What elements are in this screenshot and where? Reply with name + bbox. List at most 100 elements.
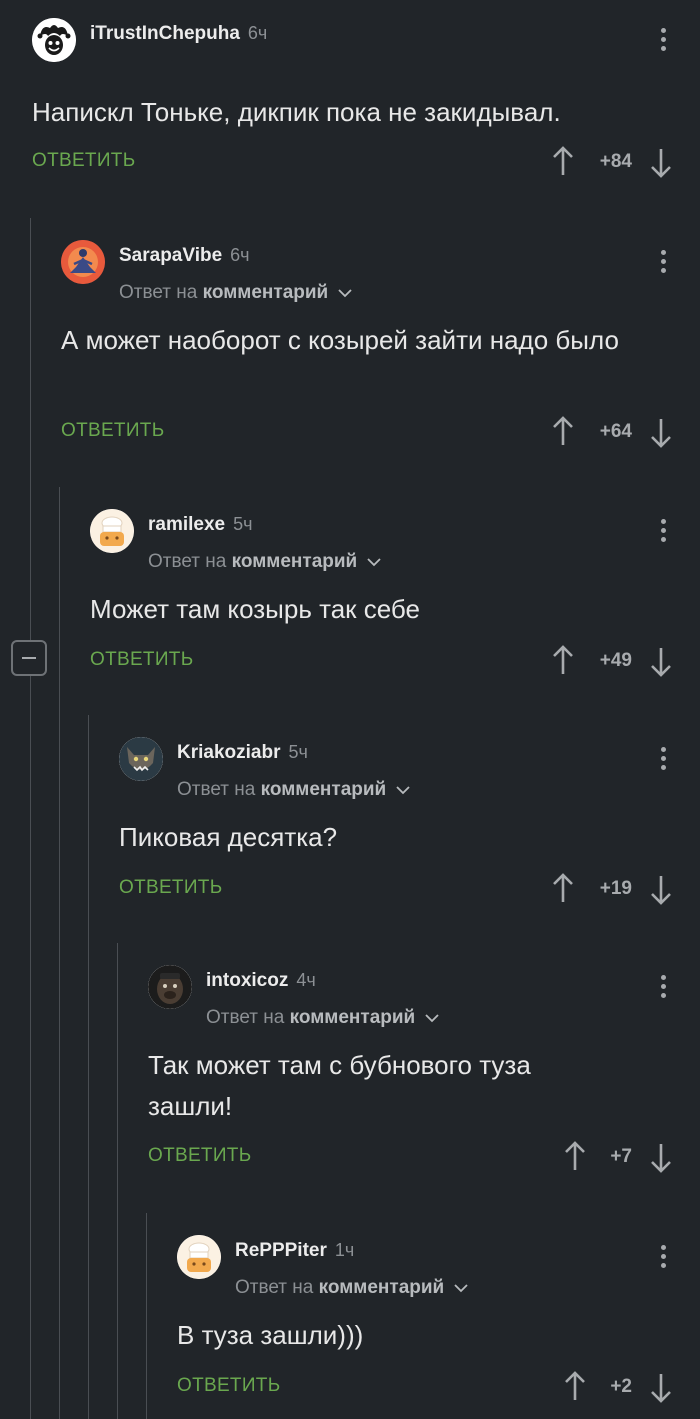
- reply-to-target[interactable]: комментарий: [290, 1007, 416, 1028]
- rating-count: +2: [610, 1376, 632, 1397]
- comment-actions: ОТВЕТИТЬ +2: [177, 1371, 700, 1405]
- avatar[interactable]: [32, 18, 76, 62]
- comment-time: 4ч: [296, 970, 316, 990]
- reply-to-link[interactable]: Ответ на комментарий: [119, 282, 352, 304]
- comment-text: А может наоборот с козырей зайти надо бы…: [61, 325, 619, 355]
- comment-actions: ОТВЕТИТЬ +7: [148, 1141, 700, 1175]
- reply-button[interactable]: ОТВЕТИТЬ: [148, 1145, 251, 1167]
- thread-line-level-2: [59, 487, 60, 1419]
- downvote-arrow-icon[interactable]: [650, 148, 672, 178]
- more-menu-icon[interactable]: [658, 975, 668, 1003]
- upvote-arrow-icon[interactable]: [552, 416, 574, 446]
- reply-to-target[interactable]: комментарий: [261, 779, 387, 800]
- username-text[interactable]: Kriakoziabr: [177, 742, 280, 763]
- reply-button[interactable]: ОТВЕТИТЬ: [90, 649, 193, 671]
- more-menu-icon[interactable]: [658, 747, 668, 775]
- reply-to-link[interactable]: Ответ на комментарий: [235, 1277, 468, 1299]
- chevron-down-icon[interactable]: [366, 557, 381, 567]
- comment-actions: ОТВЕТИТЬ +84: [32, 146, 700, 180]
- avatar[interactable]: [148, 965, 192, 1009]
- avatar[interactable]: [61, 240, 105, 284]
- jester-avatar-icon: [32, 18, 76, 62]
- reply-to-link[interactable]: Ответ на комментарий: [177, 779, 410, 801]
- username-text[interactable]: ramilexe: [148, 514, 225, 535]
- more-menu-icon[interactable]: [658, 1245, 668, 1273]
- avatar[interactable]: [177, 1235, 221, 1279]
- comment-actions: ОТВЕТИТЬ +49: [90, 645, 700, 679]
- more-menu-icon[interactable]: [658, 519, 668, 547]
- username-text[interactable]: SarapaVibe: [119, 245, 222, 266]
- username-text[interactable]: iTrustInChepuha: [90, 23, 240, 44]
- reply-to-prefix: Ответ на: [119, 282, 198, 303]
- chevron-down-icon[interactable]: [395, 785, 410, 795]
- chef-avatar-icon: [90, 509, 134, 553]
- username-text[interactable]: intoxicoz: [206, 970, 288, 991]
- thread-line-level-4: [117, 943, 118, 1419]
- comment: iTrustInChepuha 6ч Напискл Тоньке, дикпик…: [32, 18, 700, 193]
- downvote-arrow-icon[interactable]: [650, 418, 672, 448]
- chef-avatar-icon: [177, 1235, 221, 1279]
- rating-count: +84: [599, 151, 632, 172]
- comment: ramilexe 5ч Ответ на комментарий Может та…: [90, 509, 700, 689]
- username[interactable]: intoxicoz 4ч: [206, 970, 316, 992]
- wolf-avatar-icon: [119, 737, 163, 781]
- reply-to-prefix: Ответ на: [206, 1007, 285, 1028]
- rating-count: +7: [610, 1146, 632, 1167]
- comment-text: Так может там с бубнового туза зашли!: [148, 1050, 531, 1121]
- comment-header: RePPPiter 1ч Ответ на комментарий: [177, 1235, 700, 1298]
- comment: RePPPiter 1ч Ответ на комментарий В туза …: [177, 1235, 700, 1415]
- comment-text: Может там козырь так себе: [90, 594, 420, 624]
- upvote-arrow-icon[interactable]: [552, 873, 574, 903]
- comment-header: ramilexe 5ч Ответ на комментарий: [90, 509, 700, 572]
- username-text[interactable]: RePPPiter: [235, 1240, 327, 1261]
- reply-button[interactable]: ОТВЕТИТЬ: [32, 150, 135, 172]
- reply-button[interactable]: ОТВЕТИТЬ: [177, 1375, 280, 1397]
- comment-header: iTrustInChepuha 6ч: [32, 18, 700, 78]
- comment-text: Напискл Тоньке, дикпик пока не закидывал…: [32, 97, 561, 127]
- reply-to-link[interactable]: Ответ на комментарий: [148, 551, 381, 573]
- comment-header: Kriakoziabr 5ч Ответ на комментарий: [119, 737, 700, 800]
- reply-to-target[interactable]: комментарий: [203, 282, 329, 303]
- reply-button[interactable]: ОТВЕТИТЬ: [61, 420, 164, 442]
- chevron-down-icon[interactable]: [424, 1013, 439, 1023]
- reply-to-prefix: Ответ на: [235, 1277, 314, 1298]
- upvote-arrow-icon[interactable]: [552, 146, 574, 176]
- downvote-arrow-icon[interactable]: [650, 1373, 672, 1403]
- rating-count: +49: [599, 650, 632, 671]
- username[interactable]: RePPPiter 1ч: [235, 1240, 354, 1262]
- downvote-arrow-icon[interactable]: [650, 1143, 672, 1173]
- reply-button[interactable]: ОТВЕТИТЬ: [119, 877, 222, 899]
- comment-text: Пиковая десятка?: [119, 822, 338, 852]
- reply-to-target[interactable]: комментарий: [319, 1277, 445, 1298]
- avatar[interactable]: [90, 509, 134, 553]
- comment-header: intoxicoz 4ч Ответ на комментарий: [148, 965, 700, 1028]
- comment-header: SarapaVibe 6ч Ответ на комментарий: [61, 240, 700, 303]
- thread-line-level-1: [30, 218, 31, 1419]
- reply-to-target[interactable]: комментарий: [232, 551, 358, 572]
- thread-line-level-3: [88, 715, 89, 1419]
- rating-count: +64: [599, 421, 632, 442]
- collapse-thread-button[interactable]: [11, 640, 47, 676]
- comment-text: В туза зашли))): [177, 1320, 364, 1350]
- downvote-arrow-icon[interactable]: [650, 875, 672, 905]
- comment-time: 1ч: [334, 1240, 355, 1260]
- reply-to-prefix: Ответ на: [177, 779, 256, 800]
- comment-actions: ОТВЕТИТЬ +19: [119, 873, 700, 907]
- rating-count: +19: [599, 878, 632, 899]
- comment-time: 6ч: [247, 23, 268, 43]
- chevron-down-icon[interactable]: [337, 288, 352, 298]
- username[interactable]: ramilexe 5ч: [148, 514, 253, 536]
- comment-time: 6ч: [230, 245, 250, 265]
- more-menu-icon[interactable]: [658, 250, 668, 278]
- chevron-down-icon[interactable]: [453, 1283, 468, 1293]
- avatar[interactable]: [119, 737, 163, 781]
- comment: SarapaVibe 6ч Ответ на комментарий А може…: [61, 240, 700, 450]
- reply-to-prefix: Ответ на: [148, 551, 227, 572]
- more-menu-icon[interactable]: [658, 28, 668, 56]
- reply-to-link[interactable]: Ответ на комментарий: [206, 1007, 439, 1029]
- downvote-arrow-icon[interactable]: [650, 647, 672, 677]
- username[interactable]: Kriakoziabr 5ч: [177, 742, 308, 764]
- upvote-arrow-icon[interactable]: [552, 645, 574, 675]
- username[interactable]: iTrustInChepuha 6ч: [90, 23, 267, 45]
- username[interactable]: SarapaVibe 6ч: [119, 245, 250, 267]
